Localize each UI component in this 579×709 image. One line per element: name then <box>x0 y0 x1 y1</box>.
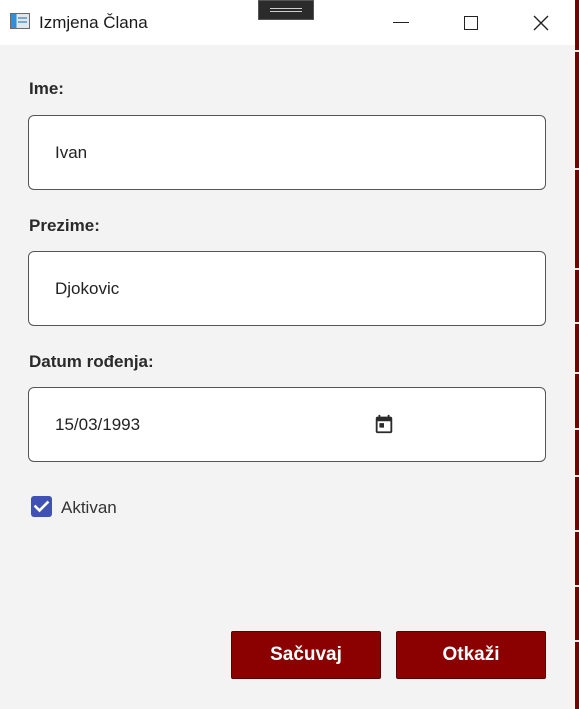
drag-grip-handle[interactable] <box>258 0 314 20</box>
active-checkbox-label[interactable]: Aktivan <box>61 498 117 518</box>
first-name-label: Ime: <box>29 79 64 98</box>
minimize-icon <box>393 22 409 23</box>
close-button[interactable] <box>506 0 576 45</box>
maximize-icon <box>464 15 478 30</box>
last-name-label: Prezime: <box>29 216 100 235</box>
last-name-input[interactable]: Djokovic <box>28 251 546 326</box>
background-window-mark <box>575 428 579 430</box>
first-name-value: Ivan <box>55 143 88 162</box>
active-checkbox[interactable] <box>31 496 52 517</box>
maximize-button[interactable] <box>436 0 506 45</box>
birth-date-label: Datum rođenja: <box>29 352 154 371</box>
birth-date-value: 15/03/1993 <box>55 415 141 434</box>
first-name-input[interactable]: Ivan <box>28 115 546 190</box>
cancel-button[interactable]: Otkaži <box>396 631 546 679</box>
close-icon <box>533 15 549 30</box>
save-button[interactable]: Sačuvaj <box>231 631 381 679</box>
background-window-mark <box>575 168 579 170</box>
edit-member-window: Izmjena Člana Ime: Ivan Prezime: Djokovi… <box>0 0 579 709</box>
checkmark-icon <box>33 500 50 513</box>
background-window-edge <box>575 0 579 709</box>
minimize-button[interactable] <box>366 0 436 45</box>
background-window-mark <box>575 50 579 52</box>
background-window-mark <box>575 640 579 642</box>
background-window-mark <box>575 585 579 587</box>
background-window-mark <box>575 372 579 374</box>
title-bar[interactable]: Izmjena Člana <box>0 0 575 45</box>
last-name-value: Djokovic <box>55 279 120 298</box>
app-window-icon <box>10 13 30 29</box>
calendar-icon[interactable] <box>373 413 395 435</box>
background-window-mark <box>575 322 579 324</box>
background-window-mark <box>575 268 579 270</box>
background-window-mark <box>575 475 579 477</box>
birth-date-picker[interactable]: 15/03/1993 <box>28 387 546 462</box>
window-title: Izmjena Člana <box>39 13 148 32</box>
background-window-mark <box>575 530 579 532</box>
